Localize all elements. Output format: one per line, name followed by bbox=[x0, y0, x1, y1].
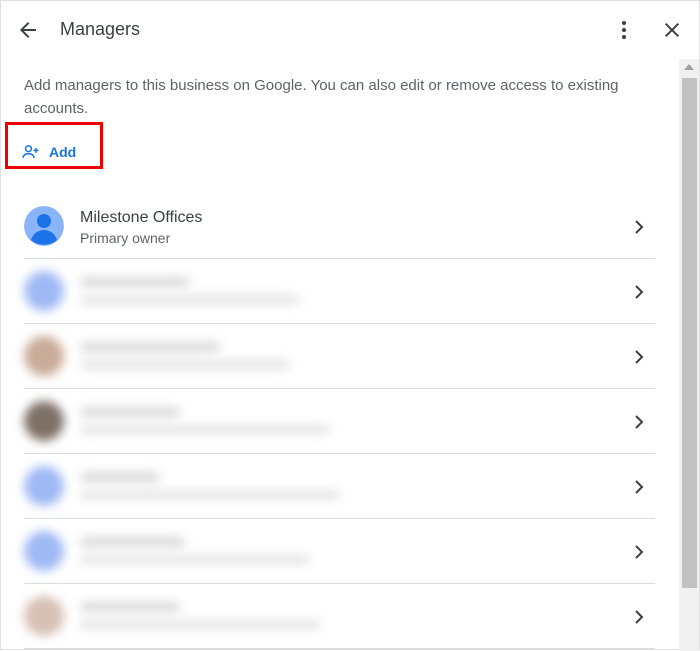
avatar bbox=[24, 206, 64, 246]
manager-row[interactable] bbox=[24, 389, 655, 454]
avatar bbox=[24, 271, 64, 311]
blurred-email bbox=[80, 555, 310, 564]
manager-row[interactable] bbox=[24, 519, 655, 584]
more-vert-icon bbox=[622, 21, 626, 39]
blurred-email bbox=[80, 490, 340, 499]
more-options-button[interactable] bbox=[608, 14, 640, 46]
blurred-name bbox=[80, 602, 180, 612]
close-icon bbox=[665, 23, 679, 37]
person-add-icon bbox=[22, 145, 39, 158]
blurred-name bbox=[80, 472, 160, 482]
avatar bbox=[24, 336, 64, 376]
managers-dialog: Managers Add managers to this business o… bbox=[0, 0, 700, 651]
blurred-email bbox=[80, 620, 320, 629]
blurred-email bbox=[80, 295, 300, 304]
arrow-back-icon bbox=[20, 22, 36, 38]
manager-row[interactable]: Milestone Offices Primary owner bbox=[24, 194, 655, 259]
add-label: Add bbox=[49, 144, 77, 160]
avatar bbox=[24, 531, 64, 571]
chevron-right-icon bbox=[635, 285, 644, 299]
chevron-right-icon bbox=[635, 220, 644, 234]
chevron-right-icon bbox=[635, 350, 644, 364]
chevron-right-icon bbox=[635, 610, 644, 624]
dialog-header: Managers bbox=[1, 1, 700, 59]
avatar bbox=[24, 401, 64, 441]
chevron-right-icon bbox=[635, 480, 644, 494]
close-button[interactable] bbox=[656, 14, 688, 46]
avatar bbox=[24, 596, 64, 636]
blurred-name bbox=[80, 407, 180, 417]
chevron-right-icon bbox=[635, 545, 644, 559]
avatar bbox=[24, 466, 64, 506]
manager-role: Primary owner bbox=[80, 230, 171, 246]
manager-row[interactable] bbox=[24, 454, 655, 519]
blurred-name bbox=[80, 277, 190, 287]
managers-list: Milestone Offices Primary owner bbox=[24, 194, 655, 649]
blurred-email bbox=[80, 360, 290, 369]
manager-row[interactable] bbox=[24, 259, 655, 324]
blurred-name bbox=[80, 342, 220, 352]
manager-name: Milestone Offices bbox=[80, 209, 203, 226]
blurred-email bbox=[80, 425, 330, 434]
scroll-up-arrow-icon[interactable] bbox=[684, 64, 694, 70]
manager-row[interactable] bbox=[24, 584, 655, 649]
chevron-right-icon bbox=[635, 415, 644, 429]
dialog-title: Managers bbox=[60, 19, 141, 39]
back-button[interactable] bbox=[12, 14, 44, 46]
description-text: Add managers to this business on Google.… bbox=[24, 77, 619, 117]
add-manager-button[interactable]: Add bbox=[21, 141, 76, 163]
scrollbar-thumb[interactable] bbox=[682, 78, 697, 588]
blurred-name bbox=[80, 537, 185, 547]
manager-row[interactable] bbox=[24, 324, 655, 389]
